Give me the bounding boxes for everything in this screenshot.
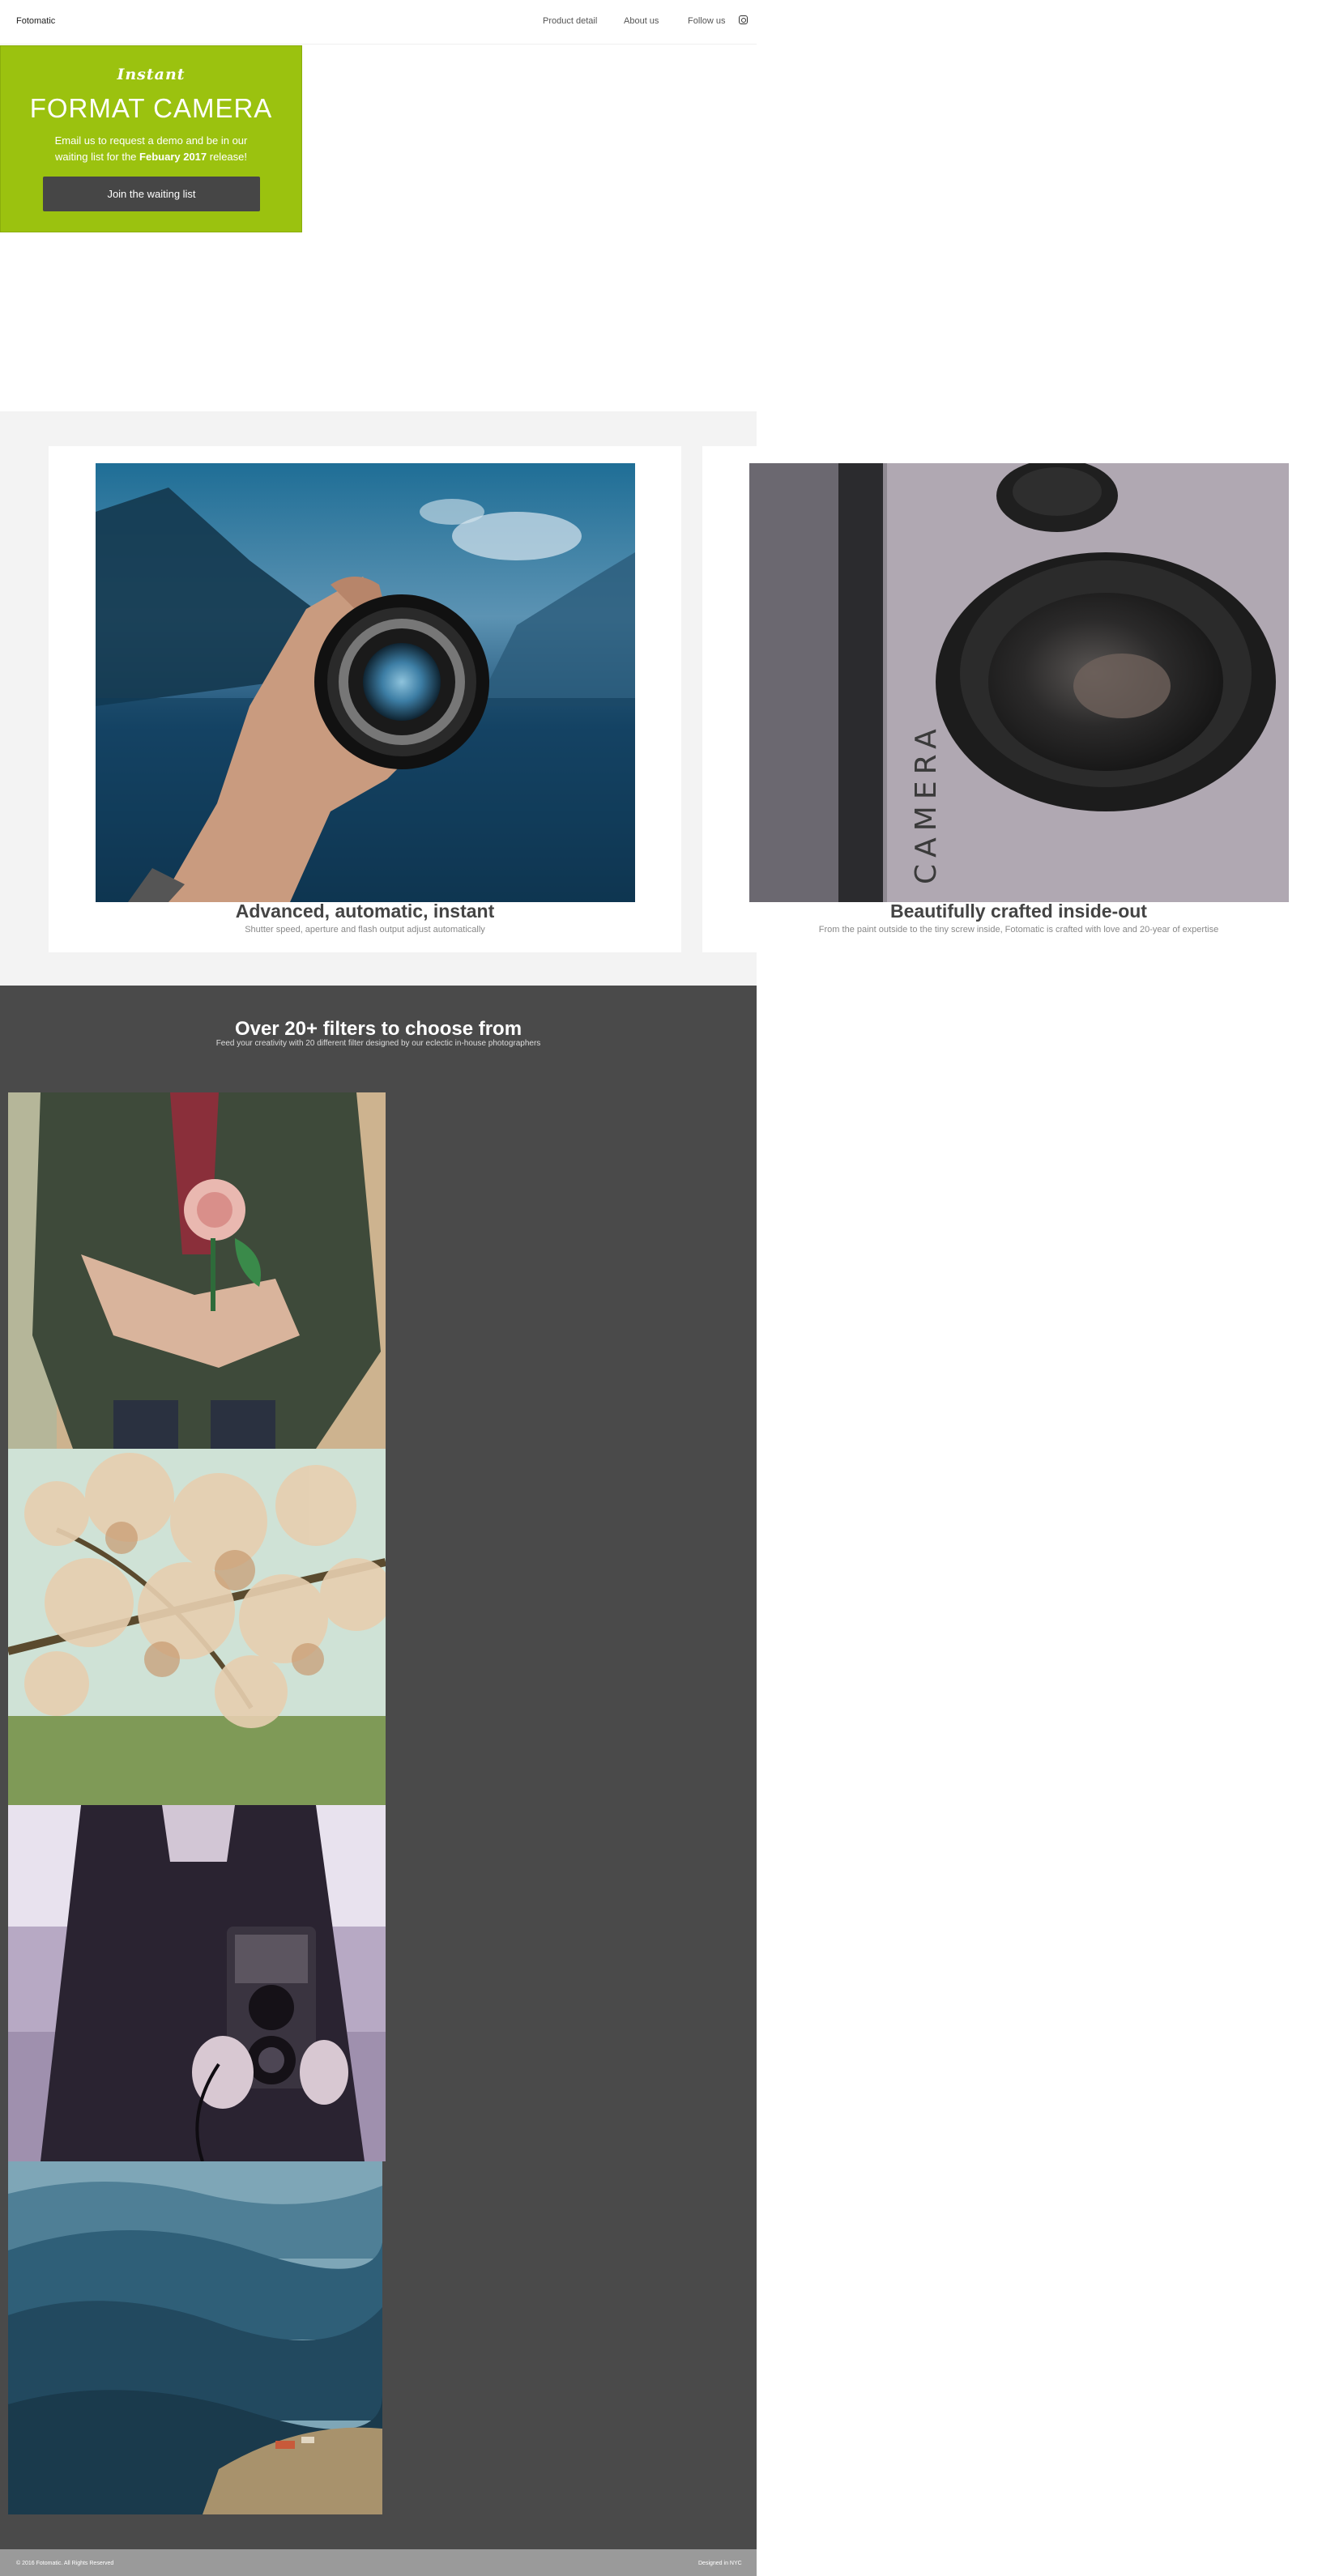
join-waiting-list-button[interactable]: Join the waiting list xyxy=(43,177,260,211)
hero-title: FORMAT CAMERA xyxy=(29,93,273,123)
feature-image-lens-lake xyxy=(96,463,635,902)
filter-image-camera-man xyxy=(8,1805,386,2161)
nav-product-detail[interactable]: Product detail xyxy=(543,16,597,26)
filter-image-blossoms xyxy=(8,1449,386,1805)
hero-script-title: Instant xyxy=(117,66,186,83)
feature-subtitle-1: Shutter speed, aperture and flash output… xyxy=(245,925,485,935)
footer-credit: Designed in NYC xyxy=(698,2561,742,2566)
feature-title-1: Advanced, automatic, instant xyxy=(235,901,495,922)
feature-title-2: Beautifully crafted inside-out xyxy=(890,901,1147,922)
nav-follow-us[interactable]: Follow us xyxy=(688,16,725,26)
feature-card-2 xyxy=(702,446,757,952)
hero-desc-line1: Email us to request a demo and be in our xyxy=(54,134,248,147)
footer-copyright: © 2016 Fotomatic. All Rights Reserved xyxy=(16,2561,114,2566)
brand-logo[interactable]: Fotomatic xyxy=(16,16,55,26)
instagram-icon[interactable] xyxy=(739,15,748,24)
nav-divider xyxy=(0,44,757,45)
hero-card: Instant FORMAT CAMERA Email us to reques… xyxy=(0,45,302,232)
feature-image-camera-lens: CAMERA xyxy=(749,463,1289,902)
filter-image-rose xyxy=(8,1092,386,1449)
hero-desc-prefix: waiting list for the xyxy=(54,151,140,163)
filters-title: Over 20+ filters to choose from xyxy=(234,1018,522,1040)
filters-subtitle: Feed your creativity with 20 different f… xyxy=(215,1039,541,1048)
hero-desc-suffix: release! xyxy=(207,151,248,163)
hero-description: Email us to request a demo and be in our… xyxy=(45,133,257,165)
svg-text:CAMERA: CAMERA xyxy=(910,722,943,884)
feature-subtitle-2: From the paint outside to the tiny screw… xyxy=(818,925,1219,935)
hero-release-date: Febuary 2017 xyxy=(139,151,207,163)
nav-about-us[interactable]: About us xyxy=(624,16,659,26)
filter-image-valley xyxy=(8,2161,382,2514)
